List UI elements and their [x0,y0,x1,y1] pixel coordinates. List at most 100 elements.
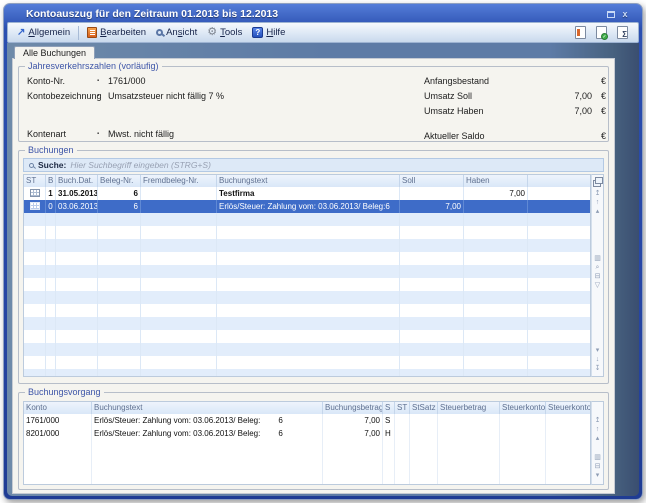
col-header-s[interactable]: S [383,402,395,414]
search-bar[interactable]: Suche: [23,158,604,172]
empty-cell [217,317,400,330]
field-value: 7,00 [556,91,592,101]
empty-cell [98,330,141,343]
empty-cell [400,369,464,377]
scroll-down-small-icon[interactable]: ▾ [596,346,600,355]
empty-cell [438,440,500,453]
form-body: Alle Buchungen Jahresverkehrszahlen (vor… [7,43,639,496]
toolbar-right: ✓ Σ [575,26,634,39]
col-header-buchungstext[interactable]: Buchungstext [217,175,400,187]
tab-alle-buchungen[interactable]: Alle Buchungen [14,46,95,59]
empty-cell [56,213,98,226]
empty-cell [141,343,217,356]
menu-hilfe[interactable]: ? Hilfe [247,25,290,40]
col-header-stsatz[interactable]: StSatz [410,402,438,414]
empty-cell [46,252,56,265]
col-header-buchungsbetrag[interactable]: Buchungsbetrag [323,402,383,414]
scroll-down-icon[interactable]: ↓ [596,355,600,364]
col-header-steuerkonto-1[interactable]: Steuerkonto 1 [500,402,546,414]
col-header-b[interactable]: B [46,175,56,187]
empty-cell [400,291,464,304]
col-header-steuerbetrag[interactable]: Steuerbetrag [438,402,500,414]
menu-ansicht[interactable]: Ansicht [151,25,202,40]
rows-view-icon[interactable]: ▥ [594,254,601,263]
empty-cell [528,252,590,265]
empty-cell [24,226,46,239]
collapse-icon[interactable]: ⊟ [595,272,601,281]
buchungsvorgang-row-1[interactable]: 1761/000 Erlös/Steuer: Zahlung vom: 03.0… [24,414,590,427]
empty-cell [464,330,528,343]
empty-row [24,304,590,317]
buchungen-row-2-selected[interactable]: 0 03.06.2013 6 Erlös/Steuer: Zahlung vom… [24,200,590,213]
buchungen-navigator: ↥ ↑ ▴ ▥ ⌕ ⊟ ▽ ▾ ↓ ↧ [591,174,604,377]
empty-cell [400,330,464,343]
buchungen-row-1[interactable]: 1 31.05.2013 6 Testfirma 7,00 [24,187,590,200]
empty-cell [24,291,46,304]
buchungstext: Erlös/Steuer: Zahlung vom: 03.06.2013/ B… [94,414,260,427]
field-label: Kontobezeichnung [27,91,97,101]
empty-rows [24,213,590,377]
col-header-fremdbeleg-nr[interactable]: Fremdbeleg-Nr. [141,175,217,187]
column-chooser-icon[interactable] [593,177,602,186]
empty-cell [98,356,141,369]
empty-cell [46,265,56,278]
empty-cell [98,252,141,265]
export-ok-icon[interactable]: ✓ [596,26,607,39]
col-header-buchungstext[interactable]: Buchungstext [92,402,323,414]
report-icon[interactable] [575,26,586,39]
col-header-konto[interactable]: Konto [24,402,92,414]
field-konto-nr: Konto-Nr. ▪ 1761/000 [27,73,367,88]
scroll-bottom-icon[interactable]: ↧ [595,364,601,373]
empty-cell [464,278,528,291]
empty-cell [464,343,528,356]
empty-cell [217,252,400,265]
empty-cell [217,343,400,356]
sum-icon[interactable]: Σ [617,26,628,39]
rows-view-icon[interactable]: ▥ [594,453,601,462]
beleg-ref: 6 [278,427,282,440]
col-header-soll[interactable]: Soll [400,175,464,187]
scroll-up-small-icon[interactable]: ▴ [596,207,600,216]
col-header-buchdat[interactable]: Buch.Dat. [56,175,98,187]
scroll-top-icon[interactable]: ↥ [595,416,601,425]
empty-rows [24,440,590,485]
empty-cell [528,330,590,343]
col-header-haben[interactable]: Haben [464,175,528,187]
beleg-cell: 6 [98,200,141,213]
date-cell: 31.05.2013 [56,187,98,200]
col-header-st[interactable]: ST [24,175,46,187]
search-icon [29,163,34,168]
check-icon: ✓ [601,33,608,40]
empty-cell [217,278,400,291]
scroll-up-small-icon[interactable]: ▴ [596,434,600,443]
menu-tools[interactable]: ⚙ Tools [202,25,247,40]
stsatz-cell [410,414,438,427]
close-button[interactable]: x [618,8,632,20]
empty-cell [24,278,46,291]
scroll-up-icon[interactable]: ↑ [596,425,600,434]
scroll-top-icon[interactable]: ↥ [595,189,601,198]
collapse-icon[interactable]: ⊟ [595,462,601,471]
groupbox-title: Jahresverkehrszahlen (vorläufig) [25,61,162,72]
empty-cell [141,252,217,265]
empty-cell [410,453,438,466]
empty-cell [56,291,98,304]
journal-grid-icon [30,202,40,210]
menu-bearbeiten[interactable]: Bearbeiten [82,25,151,40]
magnifier-icon[interactable]: ⌕ [596,263,600,272]
search-input[interactable] [70,160,598,170]
stsatz-cell [410,427,438,440]
col-header-st[interactable]: ST [395,402,410,414]
scroll-up-icon[interactable]: ↑ [596,198,600,207]
restore-button[interactable] [604,8,618,20]
menu-allgemein[interactable]: ↗ Allgemein [12,25,75,40]
triangle-down-icon[interactable]: ▽ [595,281,600,290]
scroll-down-small-icon[interactable]: ▾ [596,471,600,480]
empty-cell [46,291,56,304]
buchungsvorgang-grid: Konto Buchungstext Buchungsbetrag S ST S… [23,401,591,485]
col-header-steuerkonto-2[interactable]: Steuerkonto 2 [546,402,591,414]
buchungsvorgang-row-2[interactable]: 8201/000 Erlös/Steuer: Zahlung vom: 03.0… [24,427,590,440]
menu-hilfe-label: Hilfe [266,27,285,38]
col-header-beleg-nr[interactable]: Beleg-Nr. [98,175,141,187]
empty-cell [395,466,410,479]
